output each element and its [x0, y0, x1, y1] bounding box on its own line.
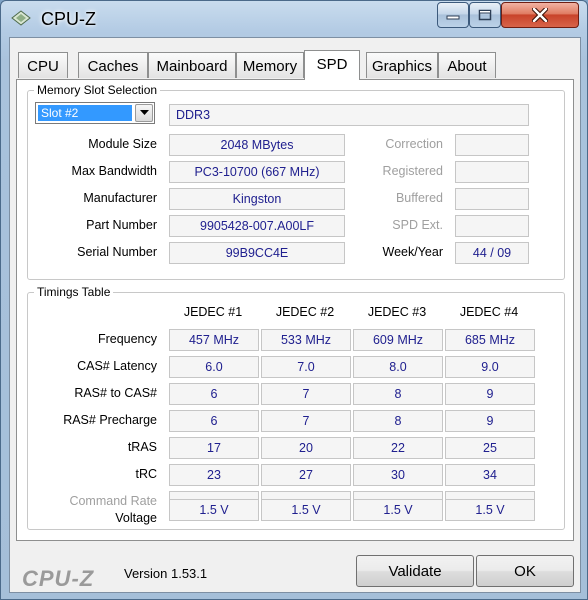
maximize-icon: [478, 9, 492, 21]
minimize-icon: [446, 15, 460, 20]
column-header: JEDEC #4: [459, 305, 519, 319]
timing-row-label: tRAS: [127, 440, 157, 454]
timing-cell: 25: [445, 437, 535, 459]
week-year-label: Week/Year: [382, 245, 443, 259]
timings-group-label: Timings Table: [34, 285, 114, 299]
timing-cell: 685 MHz: [445, 329, 535, 351]
timing-cell: 457 MHz: [169, 329, 259, 351]
registered-label: Registered: [382, 164, 443, 178]
correction-label: Correction: [385, 137, 443, 151]
column-header: JEDEC #3: [367, 305, 427, 319]
timing-cell: 22: [353, 437, 443, 459]
part-number-label: Part Number: [86, 218, 157, 232]
close-button[interactable]: [501, 2, 579, 28]
timing-cell: 7: [261, 383, 351, 405]
timing-cell: 1.5 V: [445, 499, 535, 521]
module-size-label: Module Size: [88, 137, 157, 151]
title-bar[interactable]: CPU-Z: [1, 1, 587, 37]
timing-cell: 6: [169, 383, 259, 405]
close-icon: [532, 8, 548, 22]
client-area: CPU Caches Mainboard Memory SPD Graphics…: [9, 37, 581, 593]
manufacturer-field: Kingston: [169, 188, 345, 210]
column-header: JEDEC #2: [275, 305, 335, 319]
validate-button[interactable]: Validate: [356, 555, 474, 587]
timing-row-label: RAS# Precharge: [63, 413, 157, 427]
timing-row-label: Voltage: [115, 511, 157, 525]
max-bandwidth-field: PC3-10700 (667 MHz): [169, 161, 345, 183]
memory-slot-group-label: Memory Slot Selection: [34, 83, 161, 97]
memory-type-field: DDR3: [169, 104, 529, 126]
timing-cell: 533 MHz: [261, 329, 351, 351]
timing-row-label: RAS# to CAS#: [74, 386, 157, 400]
week-year-field: 44 / 09: [455, 242, 529, 264]
serial-number-label: Serial Number: [77, 245, 157, 259]
tab-cpu[interactable]: CPU: [18, 52, 68, 78]
timing-cell: 17: [169, 437, 259, 459]
manufacturer-label: Manufacturer: [83, 191, 157, 205]
cpu-z-window: CPU-Z CPU Caches Mainboard Memory SPD Gr…: [0, 0, 588, 600]
spd-ext-field: [455, 215, 529, 237]
registered-field: [455, 161, 529, 183]
slot-select-value: Slot #2: [38, 105, 132, 121]
timing-cell: 23: [169, 464, 259, 486]
version-text: Version 1.53.1: [124, 566, 208, 581]
tab-spd[interactable]: SPD: [304, 50, 360, 80]
buffered-label: Buffered: [395, 191, 443, 205]
tab-caches[interactable]: Caches: [78, 52, 148, 78]
timing-cell: 20: [261, 437, 351, 459]
timing-cell: 34: [445, 464, 535, 486]
timing-cell: 1.5 V: [261, 499, 351, 521]
module-size-field: 2048 MBytes: [169, 134, 345, 156]
slot-select-dropdown-button[interactable]: [135, 104, 153, 122]
ok-button[interactable]: OK: [476, 555, 574, 587]
spd-tab-page: Memory Slot Selection Slot #2 DDR3 Modul…: [16, 79, 574, 541]
window-title: CPU-Z: [41, 9, 96, 29]
timing-cell: 9: [445, 383, 535, 405]
timing-row-label: Frequency: [97, 332, 157, 346]
timing-cell: 7.0: [261, 356, 351, 378]
column-header: JEDEC #1: [183, 305, 243, 319]
chevron-down-icon: [139, 110, 149, 115]
spd-ext-label: SPD Ext.: [392, 218, 443, 232]
timing-cell: 9.0: [445, 356, 535, 378]
maximize-button[interactable]: [469, 2, 501, 28]
timing-cell: 6.0: [169, 356, 259, 378]
buffered-field: [455, 188, 529, 210]
tab-mainboard[interactable]: Mainboard: [148, 52, 236, 78]
slot-select[interactable]: Slot #2: [35, 102, 155, 124]
timing-row-label: Command Rate: [69, 494, 157, 508]
timing-cell: 1.5 V: [353, 499, 443, 521]
correction-field: [455, 134, 529, 156]
timing-cell: 8.0: [353, 356, 443, 378]
tab-about[interactable]: About: [438, 52, 496, 78]
timing-cell: 609 MHz: [353, 329, 443, 351]
tab-memory[interactable]: Memory: [236, 52, 304, 78]
timing-cell: 30: [353, 464, 443, 486]
timing-row-label: CAS# Latency: [77, 359, 157, 373]
part-number-field: 9905428-007.A00LF: [169, 215, 345, 237]
cpu-z-logo: CPU-Z: [22, 566, 95, 591]
timing-cell: 8: [353, 410, 443, 432]
timing-cell: 7: [261, 410, 351, 432]
timing-cell: 9: [445, 410, 535, 432]
timing-cell: 27: [261, 464, 351, 486]
timing-cell: 8: [353, 383, 443, 405]
tab-graphics[interactable]: Graphics: [366, 52, 438, 78]
timing-cell: 6: [169, 410, 259, 432]
timing-row-label: tRC: [135, 467, 157, 481]
minimize-button[interactable]: [437, 2, 469, 28]
serial-number-field: 99B9CC4E: [169, 242, 345, 264]
timing-cell: 1.5 V: [169, 499, 259, 521]
max-bandwidth-label: Max Bandwidth: [71, 164, 157, 178]
cpu-z-diamond-icon: [11, 10, 31, 26]
